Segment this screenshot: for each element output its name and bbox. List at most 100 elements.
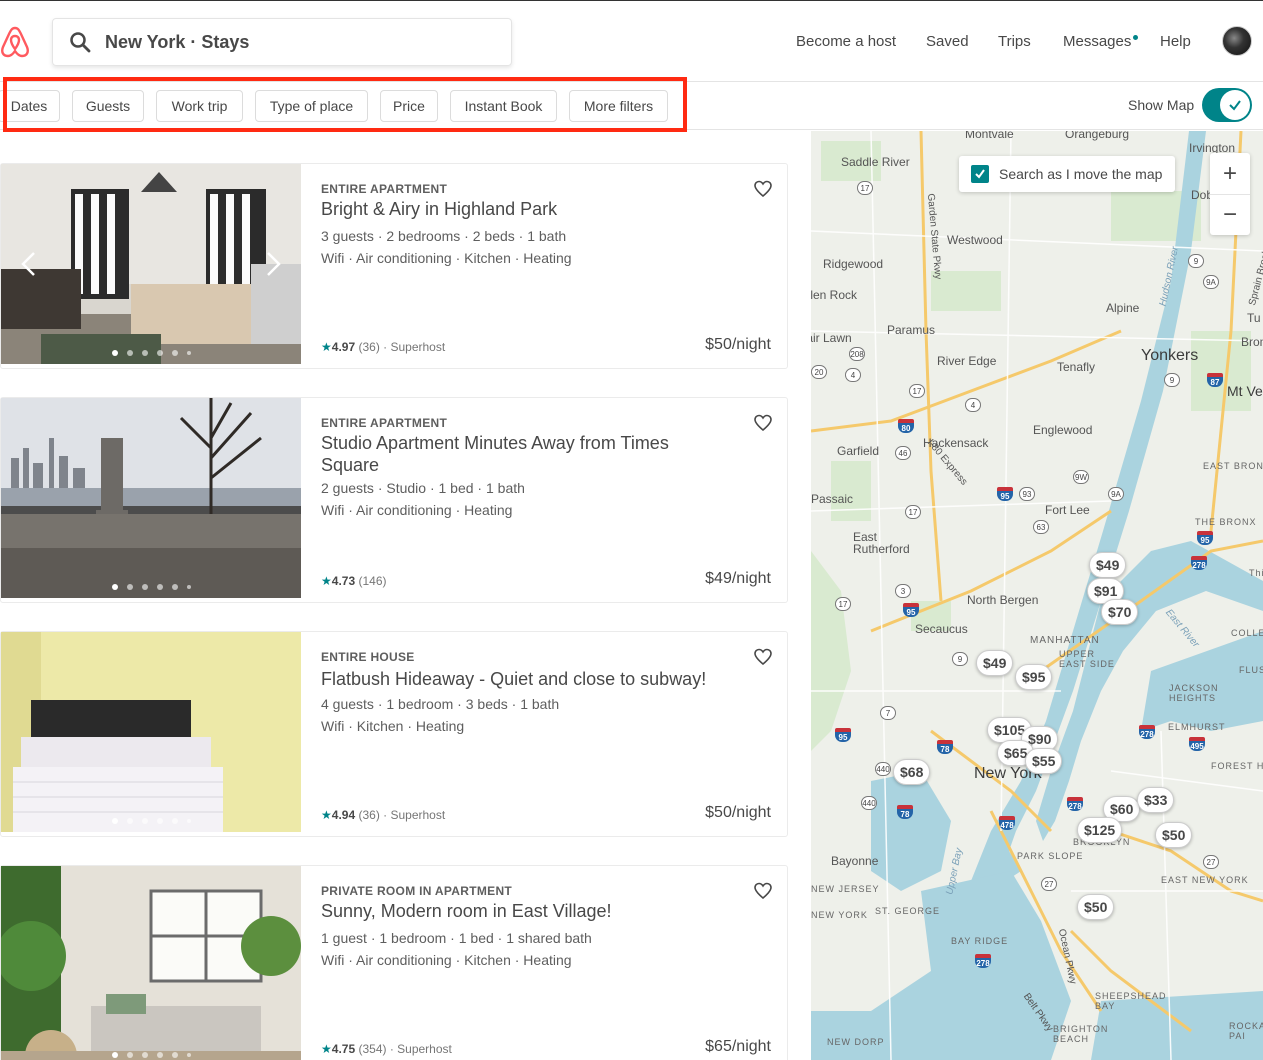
checkbox-checked-icon (971, 165, 989, 183)
nav-messages[interactable]: Messages (1063, 33, 1131, 50)
star-icon: ★ (321, 1042, 332, 1056)
listing-title[interactable]: Flatbush Hideaway - Quiet and close to s… (321, 668, 741, 690)
route-shield: 93 (1019, 487, 1035, 501)
price-pin[interactable]: $50 (1077, 894, 1115, 920)
listing-photo[interactable] (1, 632, 301, 832)
map-place-label: FLUS (1239, 665, 1263, 675)
search-bar[interactable]: New York · Stays (52, 18, 512, 66)
map-place-label: PARK SLOPE (1017, 851, 1084, 861)
listing-rating: ★4.94 (36) · Superhost (321, 808, 446, 822)
zoom-out-button[interactable]: − (1210, 194, 1250, 235)
listing-kind: ENTIRE HOUSE (321, 650, 415, 664)
map-place-label: ROCKA PAI (1229, 1021, 1263, 1041)
listing-card[interactable]: ENTIRE APARTMENT Studio Apartment Minute… (0, 397, 788, 603)
map-zoom-controls: + − (1210, 153, 1250, 235)
interstate-shield: 495 (1189, 737, 1205, 751)
listing-card[interactable]: ENTIRE APARTMENT Bright & Airy in Highla… (0, 163, 788, 369)
route-shield: 9 (952, 652, 968, 666)
heart-save-icon[interactable] (754, 648, 772, 666)
map-panel[interactable]: Montvale Orangeburg Irvington Saddle Riv… (811, 131, 1263, 1060)
listing-kind: ENTIRE APARTMENT (321, 416, 448, 430)
filter-price[interactable]: Price (380, 90, 438, 122)
nav-become-host[interactable]: Become a host (796, 33, 896, 50)
listing-title[interactable]: Sunny, Modern room in East Village! (321, 900, 721, 922)
map-place-label: NEW DORP (827, 1037, 885, 1047)
price-pin[interactable]: $125 (1077, 817, 1123, 843)
map-place-label: ST. GEORGE (875, 906, 941, 916)
filter-guests[interactable]: Guests (72, 90, 144, 122)
price-pin[interactable]: $50 (1155, 822, 1193, 848)
nav-help[interactable]: Help (1160, 33, 1191, 50)
star-icon: ★ (321, 574, 332, 588)
heart-save-icon[interactable] (754, 882, 772, 900)
route-shield: 4 (965, 398, 981, 412)
map-place-label: Bayonne (831, 854, 879, 868)
filter-more-filters[interactable]: More filters (569, 90, 668, 122)
listing-photo[interactable] (1, 398, 301, 598)
interstate-shield: 95 (903, 603, 919, 617)
listing-title[interactable]: Bright & Airy in Highland Park (321, 198, 721, 220)
route-shield: 208 (849, 347, 865, 361)
route-shield: 9 (1164, 373, 1180, 387)
listing-price: $65/night (705, 1038, 771, 1055)
heart-save-icon[interactable] (754, 414, 772, 432)
route-shield: 46 (895, 446, 911, 460)
route-shield: 3 (895, 584, 911, 598)
show-map-toggle[interactable] (1202, 88, 1252, 122)
filter-dates[interactable]: Dates (0, 90, 60, 122)
listing-price: $49/night (705, 570, 771, 587)
interstate-shield: 95 (997, 487, 1013, 501)
interstate-shield: 278 (1139, 725, 1155, 739)
map-place-label: Glen Rock (811, 288, 858, 302)
photo-prev-arrow-icon[interactable] (17, 250, 41, 278)
listing-price: $50/night (705, 336, 771, 353)
route-shield: 17 (835, 597, 851, 611)
route-shield: 9W (1073, 470, 1089, 484)
photo-carousel-dots (1, 818, 301, 824)
messages-notification-dot (1133, 35, 1138, 40)
price-pin[interactable]: $95 (1015, 664, 1053, 690)
listing-amenities: Wifi · Air conditioning · Heating (321, 502, 513, 518)
nav-trips[interactable]: Trips (998, 33, 1031, 50)
search-as-move-checkbox[interactable]: Search as I move the map (959, 156, 1175, 192)
map-place-label: Mt Ve (1227, 383, 1263, 399)
map-place-label: Alpine (1106, 301, 1140, 315)
price-pin[interactable]: $55 (1025, 748, 1063, 774)
user-avatar[interactable] (1222, 26, 1252, 56)
star-icon: ★ (321, 340, 332, 354)
photo-carousel-dots (1, 584, 301, 590)
map-place-label: Ridgewood (823, 257, 884, 271)
price-pin[interactable]: $33 (1137, 787, 1175, 813)
listing-title[interactable]: Studio Apartment Minutes Away from Times… (321, 432, 721, 476)
price-pin[interactable]: $68 (893, 759, 931, 785)
map-place-label: EAST NEW YORK (1161, 875, 1249, 885)
map-place-label: EAST BRON (1203, 461, 1263, 471)
star-icon: ★ (321, 808, 332, 822)
price-pin[interactable]: $49 (1089, 552, 1127, 578)
listing-card[interactable]: ENTIRE HOUSE Flatbush Hideaway - Quiet a… (0, 631, 788, 837)
filter-work-trip[interactable]: Work trip (156, 90, 243, 122)
price-pin[interactable]: $70 (1101, 599, 1139, 625)
listing-details: 1 guest · 1 bedroom · 1 bed · 1 shared b… (321, 930, 592, 946)
listing-photo[interactable] (1, 866, 301, 1060)
route-shield: 27 (1041, 877, 1057, 891)
map-place-label: Saddle River (841, 155, 910, 169)
zoom-in-button[interactable]: + (1210, 153, 1250, 194)
photo-next-arrow-icon[interactable] (261, 250, 285, 278)
map-place-label: Tu (1247, 311, 1261, 325)
heart-save-icon[interactable] (754, 180, 772, 198)
route-shield: 20 (811, 365, 827, 379)
listing-photo[interactable] (1, 164, 301, 364)
nav-saved[interactable]: Saved (926, 33, 969, 50)
map-place-label: ELMHURST (1168, 722, 1226, 732)
route-shield: 4 (845, 368, 861, 382)
route-shield: 17 (905, 505, 921, 519)
airbnb-logo-icon[interactable] (0, 25, 30, 59)
listing-amenities: Wifi · Kitchen · Heating (321, 718, 465, 734)
price-pin[interactable]: $49 (976, 650, 1014, 676)
filter-instant-book[interactable]: Instant Book (450, 90, 557, 122)
filter-type-of-place[interactable]: Type of place (255, 90, 368, 122)
map-place-label: Englewood (1033, 423, 1093, 437)
listing-card[interactable]: PRIVATE ROOM IN APARTMENT Sunny, Modern … (0, 865, 788, 1060)
route-shield: 17 (857, 181, 873, 195)
